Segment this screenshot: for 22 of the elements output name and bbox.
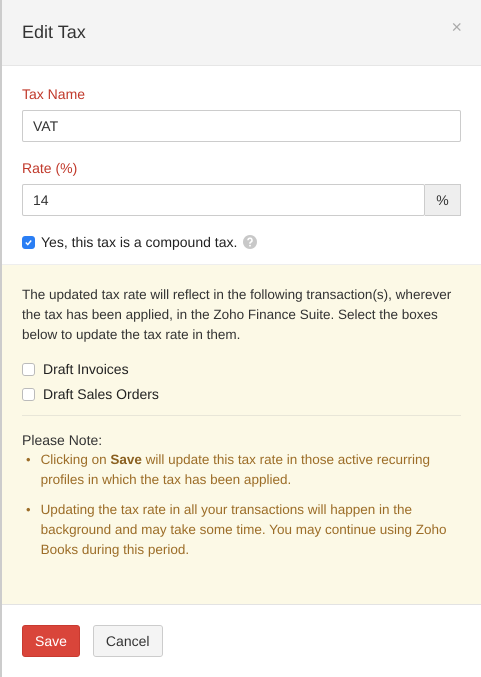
checkbox[interactable] [22, 388, 35, 400]
save-button[interactable]: Save [22, 625, 80, 657]
notice-text: The updated tax rate will reflect in the following transaction(s), wherever the tax has been applied, in the Zoho Finance Suite. Select the boxes below to update the tax rate in them. [22, 286, 452, 344]
note-title: Please Note: [22, 432, 104, 448]
checkbox[interactable] [22, 236, 35, 248]
input-field[interactable]: 14 [22, 184, 425, 216]
checkbox-label: Draft Invoices [43, 361, 129, 377]
field-label: Tax Name [22, 86, 86, 102]
cancel-button[interactable]: Cancel [92, 625, 163, 657]
checkbox-label: Yes, this tax is a compound tax. [41, 234, 238, 250]
bullet-mark: • [26, 451, 31, 469]
field-label: Rate (%) [22, 160, 78, 176]
checkbox-label: Draft Sales Orders [43, 386, 159, 402]
note-item: Updating the tax rate in all your transactions will happen in the background and may take some time. You may continue using Zoho Books during this period. [40, 501, 448, 559]
input-field[interactable]: VAT [22, 110, 461, 142]
input-addon: % [425, 184, 461, 216]
checkbox[interactable] [22, 362, 35, 376]
bullet-mark: • [26, 501, 31, 519]
check-icon [24, 238, 33, 246]
note-item: Clicking on Save will update this tax rate in those active recurring profiles in which the tax has been applied. [40, 451, 432, 489]
dialog-title: Edit Tax [22, 22, 86, 43]
help-icon[interactable] [243, 235, 258, 249]
